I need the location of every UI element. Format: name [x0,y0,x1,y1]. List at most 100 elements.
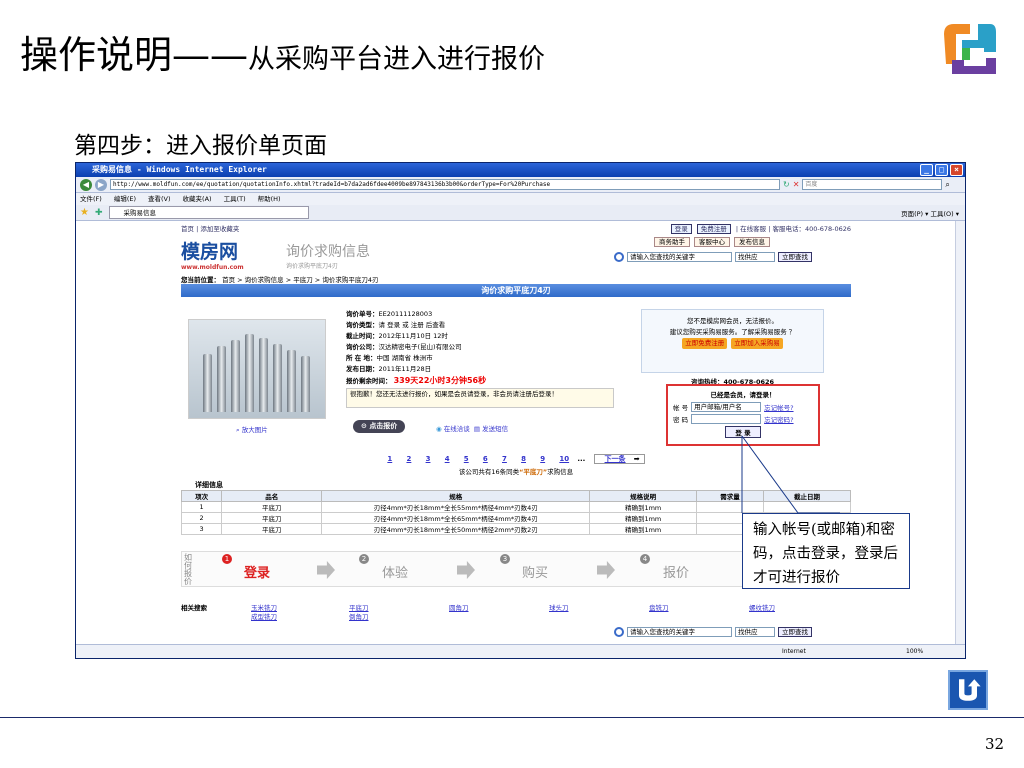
publish-info-button[interactable]: 发布信息 [734,237,770,247]
pager-note-a: 该公司共有16条同类 [458,468,520,476]
page-link[interactable]: 7 [502,455,507,463]
breadcrumb-path[interactable]: 首页 > 询价求购信息 > 平底刀 > 询价求购平底刀4刃 [222,276,378,284]
account-input[interactable]: 用户邮箱/用户名 [691,402,762,412]
browser-search-input[interactable]: 百度 [802,179,943,190]
forward-icon[interactable]: ▶ [95,178,107,191]
login-button[interactable]: 登 录 [725,426,761,438]
minimize-button[interactable]: _ [920,164,933,176]
table-header: 截止日期 [763,490,851,502]
related-link[interactable]: 圆角刀 [449,602,469,612]
close-button[interactable]: × [950,164,963,176]
pager: 1 2 3 4 5 6 7 8 9 10 ... 下一条 ➡ [181,454,851,464]
favorites-star-icon[interactable]: ★ [80,207,89,218]
header-search-button[interactable]: 立即查找 [778,252,812,262]
page-link[interactable]: 8 [521,455,526,463]
page-link[interactable]: 9 [540,455,545,463]
menu-favorites[interactable]: 收藏夹(A) [183,193,212,205]
next-page-label: 下一条 [604,455,626,463]
next-page-button[interactable]: 下一条 ➡ [593,454,645,464]
table-header: 项次 [180,490,223,502]
chat-icon: ◉ [436,425,442,433]
related-link[interactable]: 成型铣刀 [251,611,277,621]
quote-button[interactable]: ⊝ 点击报价 [353,420,406,433]
info-row: 所 在 地：中国 湖南省 株洲市 [346,353,486,364]
password-input[interactable] [691,414,762,424]
login-warning: 很抱歉！您还无法进行报价，如果是会员请登录，非会员请注册后登录！ [346,388,614,408]
top-login-button[interactable]: 登录 [670,224,692,234]
browser-titlebar: 采购易信息 - Windows Internet Explorer _ □ × [76,163,965,177]
related-link[interactable]: 盘铣刀 [649,602,669,612]
table-cell: 平底刀 [221,501,323,513]
free-register-button[interactable]: 立即免费注册 [682,338,728,349]
toolbar-page-tools[interactable]: 页面(P) ▾ 工具(O) ▾ [901,208,959,218]
remaining-label: 报价剩余时间： [346,377,392,385]
page-link[interactable]: 10 [559,455,569,463]
enlarge-image-link[interactable]: ⌕ 放大图片 [236,424,268,435]
member-line2[interactable]: 建议您购买采购易服务。了解采购易服务 ？ [642,327,823,338]
login-box: 已经是会员，请登录！ 帐 号 用户邮箱/用户名 忘记帐号? 密 码 忘记密码? … [666,384,820,446]
search-icon[interactable]: ⌕ [945,180,949,190]
top-left-links[interactable]: 首页 | 添加至收藏夹 [181,223,239,233]
info-value: 汉达精密电子(昆山)有限公司 [378,343,462,351]
refresh-icon[interactable]: ↻ [783,180,790,189]
logo-icon [944,24,996,74]
online-chat-link[interactable]: 在线洽谈 [444,425,470,433]
info-value: 2012年11月10日 12时 [378,332,448,340]
flow-step-buy[interactable]: 购买 [522,562,548,581]
return-button[interactable] [948,670,988,710]
info-row: 询价公司：汉达精密电子(昆山)有限公司 [346,342,486,353]
page-link[interactable]: 3 [426,455,431,463]
page-link[interactable]: 4 [445,455,450,463]
quote-button-label: 点击报价 [369,422,398,430]
footer-search-input[interactable]: 请输入您查找的关键字 [627,627,732,637]
product-image[interactable] [188,319,326,419]
info-label: 截止时间： [346,332,379,340]
site-logo[interactable]: 模房网 www.moldfun.com [181,237,244,271]
tab-purchase-info[interactable]: 采购易信息 [108,206,309,219]
flow-step-login[interactable]: 登录 [244,562,270,581]
page-link[interactable]: 1 [387,455,392,463]
stop-icon[interactable]: ✕ [793,180,800,189]
page-link[interactable]: 2 [406,455,411,463]
flow-step-experience[interactable]: 体验 [382,562,408,581]
header-search-input[interactable]: 请输入您查找的关键字 [627,252,732,262]
add-favorite-icon[interactable]: ✚ [95,208,103,218]
sms-icon: ▤ [473,425,481,433]
page-link[interactable]: 5 [464,455,469,463]
related-link[interactable]: 球头刀 [549,602,569,612]
remaining-row: 报价剩余时间： 339天22小时3分钟56秒 [346,375,486,387]
menu-view[interactable]: 查看(V) [148,193,171,205]
footer-scope-select[interactable]: 找供应 [735,627,775,637]
service-center-button[interactable]: 客服中心 [694,237,730,247]
url-input[interactable]: http://www.moldfun.com/ee/quotation/quot… [110,179,780,190]
maximize-button[interactable]: □ [935,164,948,176]
menu-file[interactable]: 文件(F) [80,193,102,205]
info-label: 发布日期： [346,365,379,373]
related-link[interactable]: 螺纹铣刀 [749,602,775,612]
table-header: 需求量 [696,490,764,502]
menu-edit[interactable]: 编辑(E) [114,193,136,205]
table-cell [763,501,851,513]
footer-search-button[interactable]: 立即查找 [778,627,812,637]
forgot-account-link[interactable]: 忘记帐号? [764,402,793,412]
flow-step-quote[interactable]: 报价 [663,562,689,581]
table-cell [696,501,764,513]
scrollbar[interactable] [955,221,965,644]
related-link[interactable]: 倒角刀 [349,611,369,621]
menu-tools[interactable]: 工具(T) [224,193,246,205]
arrow-right-icon [597,561,615,579]
enlarge-image-label: 放大图片 [241,426,268,434]
top-register-button[interactable]: 免费注册 [696,224,731,234]
back-icon[interactable]: ◀ [80,178,92,191]
business-helper-button[interactable]: 商务助手 [654,237,690,247]
join-purchase-button[interactable]: 立即加入采购易 [731,338,783,349]
menu-help[interactable]: 帮助(H) [258,193,281,205]
status-zone: Internet [782,648,806,655]
send-sms-link[interactable]: 发送短信 [482,425,508,433]
info-value[interactable]: 请 登录 或 注册 后查看 [379,321,446,329]
page-link[interactable]: 6 [483,455,488,463]
zoom-level[interactable]: 100% [906,645,923,658]
browser-title: 采购易信息 - Windows Internet Explorer [92,165,267,174]
forgot-password-link[interactable]: 忘记密码? [764,414,793,424]
header-scope-select[interactable]: 找供应 [735,252,775,262]
